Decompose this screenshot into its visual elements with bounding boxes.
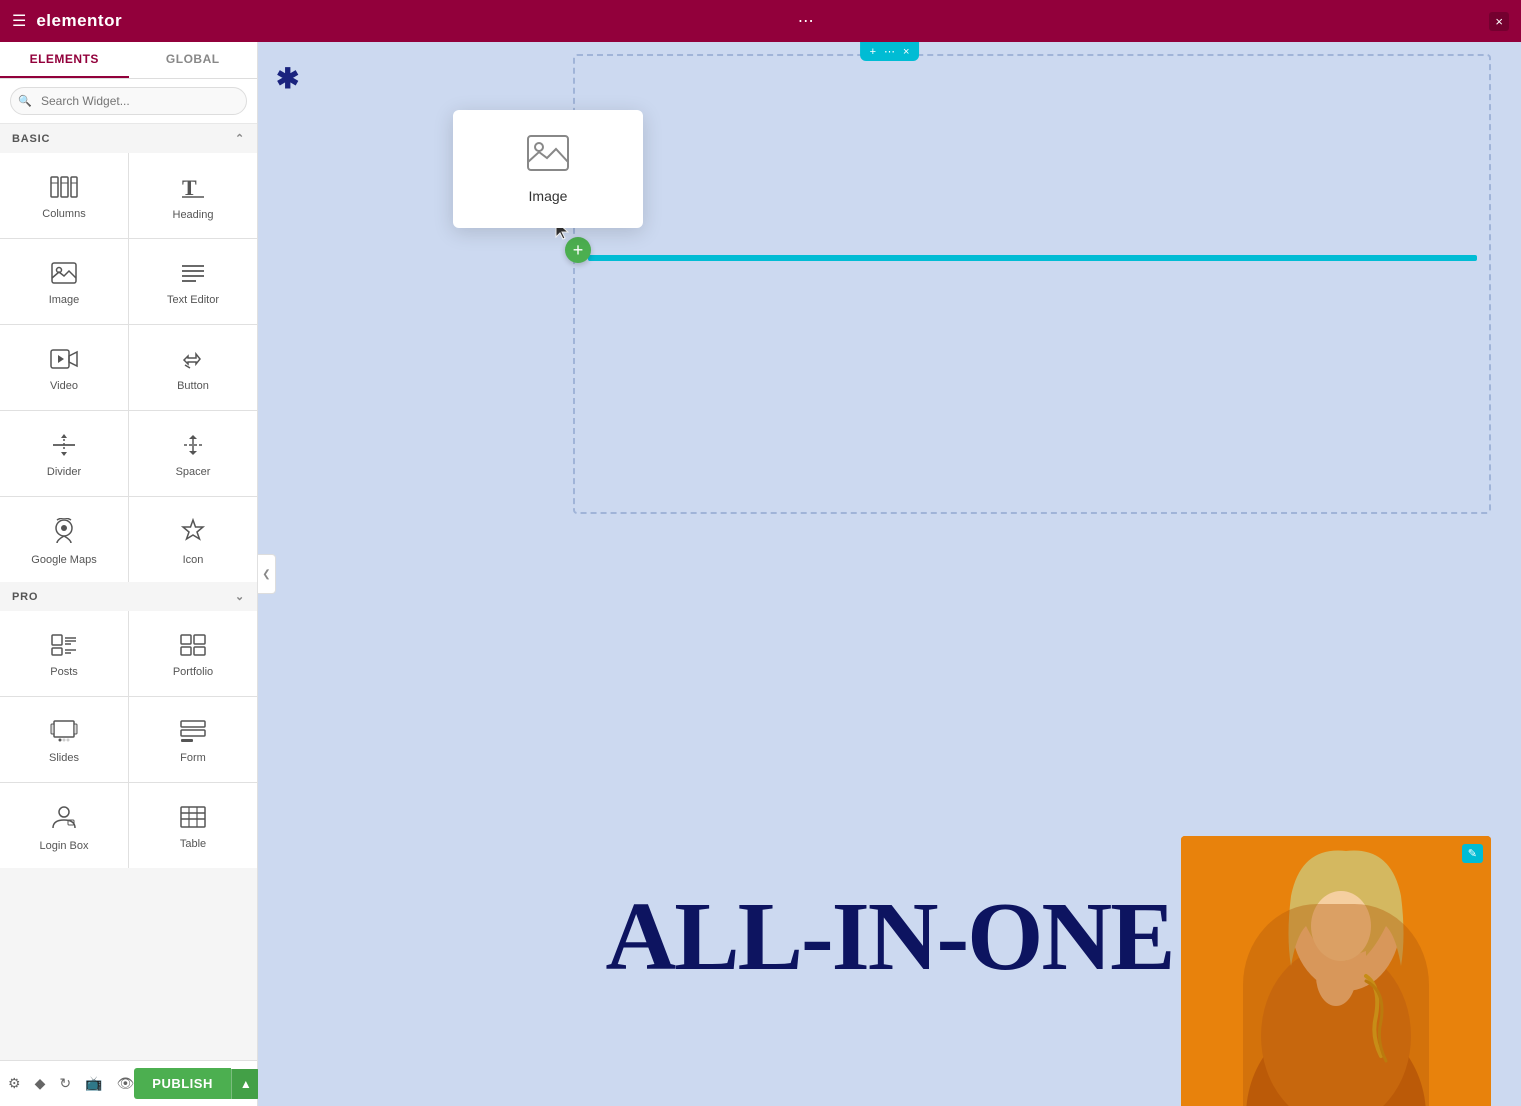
spacer-icon (180, 434, 206, 460)
top-bar: ☰ elementor ⋯ × (0, 0, 1521, 42)
button-icon (180, 348, 206, 374)
drop-indicator-bar (588, 255, 1477, 261)
tab-elements[interactable]: ELEMENTS (0, 42, 129, 78)
video-icon (50, 348, 78, 374)
logo: elementor (36, 11, 122, 31)
sidebar-scroll: BASIC ⌃ Columns (0, 124, 257, 1060)
search-wrapper (10, 87, 247, 115)
settings-icon[interactable]: ⚙ (8, 1075, 21, 1092)
widget-slides[interactable]: Slides (0, 697, 128, 782)
widget-columns[interactable]: Columns (0, 153, 128, 238)
widget-table[interactable]: Table (129, 783, 257, 868)
search-input[interactable] (10, 87, 247, 115)
widget-columns-label: Columns (42, 208, 85, 220)
widget-button[interactable]: Button (129, 325, 257, 410)
widget-form-label: Form (180, 752, 206, 764)
svg-text:T: T (182, 175, 197, 199)
canvas-close-icon[interactable]: × (903, 46, 909, 58)
widget-login-box[interactable]: Login Box (0, 783, 128, 868)
widget-divider-label: Divider (47, 466, 81, 478)
widget-image-label: Image (49, 294, 80, 306)
top-bar-left: ☰ elementor (12, 11, 122, 31)
portfolio-icon (180, 634, 206, 660)
widget-text-editor-label: Text Editor (167, 294, 219, 306)
widget-table-label: Table (180, 838, 206, 850)
chevron-up-icon: ⌃ (235, 132, 245, 145)
widget-portfolio-label: Portfolio (173, 666, 213, 678)
columns-icon (50, 176, 78, 202)
section-header-pro[interactable]: PRO ⌄ (0, 582, 257, 611)
pencil-icon: ✎ (1468, 848, 1477, 860)
heading-icon: T (180, 175, 206, 203)
widget-google-maps-label: Google Maps (31, 554, 96, 566)
section-label-pro: PRO (12, 591, 38, 603)
posts-icon (51, 634, 77, 660)
sidebar-tabs: ELEMENTS GLOBAL (0, 42, 257, 79)
widget-heading-label: Heading (173, 209, 214, 221)
sidebar: ELEMENTS GLOBAL BASIC ⌃ (0, 42, 258, 1106)
widget-button-label: Button (177, 380, 209, 392)
window-close-icon[interactable]: × (1489, 12, 1509, 31)
widget-divider[interactable]: Divider (0, 411, 128, 496)
grid-icon[interactable]: ⋯ (798, 11, 814, 31)
widget-spacer-label: Spacer (176, 466, 211, 478)
widget-spacer[interactable]: Spacer (129, 411, 257, 496)
responsive-icon[interactable]: 📺 (85, 1075, 102, 1092)
history-icon[interactable]: ↻ (59, 1075, 71, 1092)
widget-image[interactable]: Image (0, 239, 128, 324)
publish-dropdown-button[interactable]: ▲ (231, 1069, 260, 1099)
hamburger-icon[interactable]: ☰ (12, 11, 26, 31)
drop-section (573, 54, 1491, 514)
widget-form[interactable]: Form (129, 697, 257, 782)
widget-google-maps[interactable]: Google Maps (0, 497, 128, 582)
form-icon (180, 720, 206, 746)
main-layout: ELEMENTS GLOBAL BASIC ⌃ (0, 42, 1521, 1106)
bottom-toolbar: ⚙ ◆ ↻ 📺 👁 PUBLISH ▲ (0, 1060, 257, 1106)
text-editor-icon (180, 262, 206, 288)
widget-slides-label: Slides (49, 752, 79, 764)
collapse-sidebar-handle[interactable]: ❮ (258, 554, 276, 594)
widget-text-editor[interactable]: Text Editor (129, 239, 257, 324)
bottom-photo: ✎ (1181, 836, 1491, 1106)
widget-video[interactable]: Video (0, 325, 128, 410)
chevron-down-icon: ⌄ (235, 590, 245, 603)
asterisk-mark: ✱ (276, 62, 299, 95)
slides-icon (50, 720, 78, 746)
section-header-basic[interactable]: BASIC ⌃ (0, 124, 257, 153)
table-icon (180, 806, 206, 832)
canvas-add-icon[interactable]: + (870, 46, 876, 58)
widget-login-box-label: Login Box (40, 840, 89, 852)
widget-icon[interactable]: Icon (129, 497, 257, 582)
widget-heading[interactable]: T Heading (129, 153, 257, 238)
floating-image-icon (526, 134, 570, 178)
google-maps-icon (51, 518, 77, 548)
canvas-grid-icon[interactable]: ⋯ (884, 45, 895, 58)
bottom-icons: ⚙ ◆ ↻ 📺 👁 (8, 1075, 134, 1092)
image-icon (51, 262, 77, 288)
photo-edit-button[interactable]: ✎ (1462, 844, 1483, 863)
widget-posts-label: Posts (50, 666, 78, 678)
widget-icon-label: Icon (183, 554, 204, 566)
photo-person (1181, 836, 1491, 1106)
floating-image-label: Image (529, 188, 568, 204)
search-bar (0, 79, 257, 124)
widget-portfolio[interactable]: Portfolio (129, 611, 257, 696)
pro-widget-grid: Posts Portfolio (0, 611, 257, 868)
canvas-area: ❮ ✱ + ⋯ × Image (258, 42, 1521, 1106)
divider-icon (51, 434, 77, 460)
tab-global[interactable]: GLOBAL (129, 42, 258, 78)
widget-posts[interactable]: Posts (0, 611, 128, 696)
publish-group: PUBLISH ▲ (134, 1068, 259, 1099)
section-label-basic: BASIC (12, 133, 50, 145)
add-widget-button[interactable]: + (565, 237, 591, 263)
preview-icon[interactable]: 👁 (117, 1075, 135, 1092)
canvas-top-bar: + ⋯ × (860, 42, 920, 61)
style-icon[interactable]: ◆ (35, 1075, 46, 1092)
icon-widget-icon (180, 518, 206, 548)
basic-widget-grid: Columns T Heading (0, 153, 257, 582)
login-box-icon (51, 804, 77, 834)
publish-button[interactable]: PUBLISH (134, 1068, 231, 1099)
widget-video-label: Video (50, 380, 78, 392)
floating-image-widget: Image (453, 110, 643, 228)
